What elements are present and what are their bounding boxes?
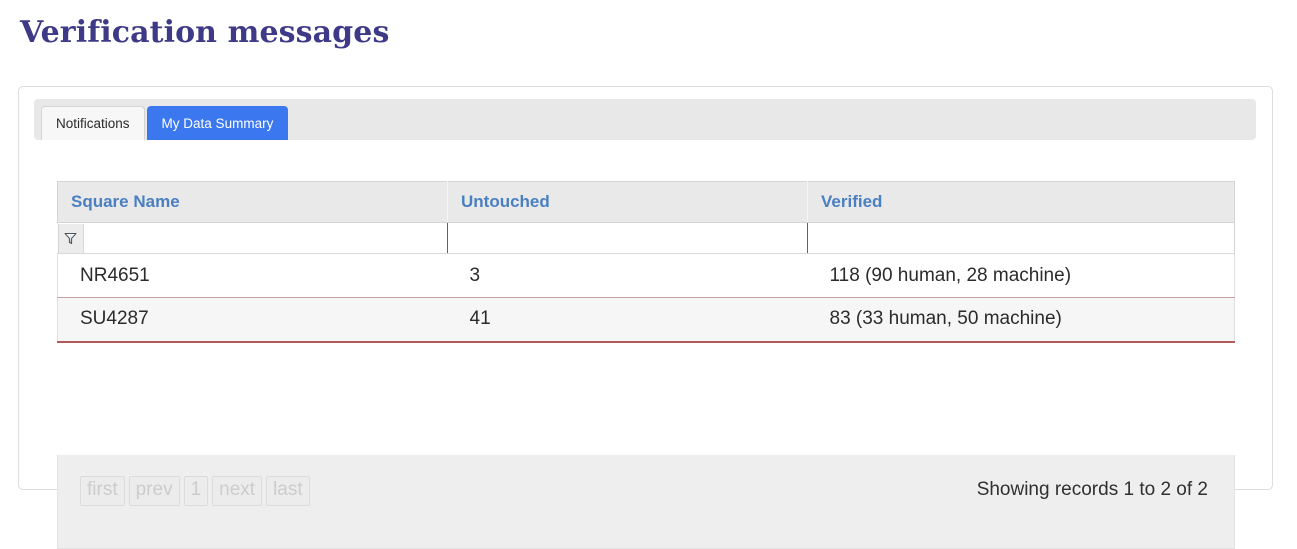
tab-notifications[interactable]: Notifications	[41, 106, 145, 140]
column-header-untouched[interactable]: Untouched	[447, 181, 808, 223]
pagination-first-button[interactable]: first	[80, 476, 125, 506]
table-row[interactable]: SU4287 41 83 (33 human, 50 machine)	[57, 297, 1235, 343]
tab-notifications-label: Notifications	[56, 116, 130, 131]
filter-cell-square-name	[57, 222, 448, 254]
cell-untouched: 3	[447, 253, 808, 298]
cell-square-name: SU4287	[57, 297, 448, 343]
column-header-verified[interactable]: Verified	[807, 181, 1235, 223]
column-header-square-name[interactable]: Square Name	[57, 181, 448, 223]
pagination-last-button[interactable]: last	[266, 476, 310, 506]
table-footer: first prev 1 next last Showing records 1…	[57, 455, 1235, 549]
funnel-icon[interactable]	[57, 223, 84, 253]
pagination-page-1-button[interactable]: 1	[183, 476, 209, 506]
records-status: Showing records 1 to 2 of 2	[976, 479, 1208, 500]
table-header: Square Name Untouched Verified	[57, 181, 1235, 254]
filter-input-verified[interactable]	[808, 223, 1234, 253]
pagination-controls: first prev 1 next last	[80, 476, 310, 506]
column-header-square-name-label: Square Name	[71, 192, 180, 211]
filter-input-square-name[interactable]	[83, 223, 447, 253]
table-filter-row	[57, 222, 1235, 254]
filter-cell-verified	[807, 222, 1235, 254]
pagination-next-button[interactable]: next	[212, 476, 263, 506]
table-body: NR4651 3 118 (90 human, 28 machine) SU42…	[57, 253, 1235, 343]
filter-input-untouched[interactable]	[448, 223, 807, 253]
tab-my-data-summary[interactable]: My Data Summary	[146, 106, 289, 140]
table-header-row: Square Name Untouched Verified	[57, 181, 1235, 223]
cell-untouched: 41	[447, 297, 808, 343]
pagination-prev-button[interactable]: prev	[128, 476, 180, 506]
page-title: Verification messages	[20, 15, 390, 50]
table-row[interactable]: NR4651 3 118 (90 human, 28 machine)	[57, 253, 1235, 298]
filter-cell-untouched	[447, 222, 808, 254]
cell-square-name: NR4651	[57, 253, 448, 298]
cell-verified: 83 (33 human, 50 machine)	[807, 297, 1235, 343]
tab-my-data-summary-label: My Data Summary	[161, 116, 274, 131]
summary-panel: Notifications My Data Summary Square Nam…	[18, 86, 1273, 549]
data-summary-table: Square Name Untouched Verified NR4651 3 …	[57, 181, 1235, 343]
tab-strip: Notifications My Data Summary	[34, 99, 1256, 140]
column-header-verified-label: Verified	[821, 192, 883, 211]
cell-verified: 118 (90 human, 28 machine)	[807, 253, 1235, 298]
column-header-untouched-label: Untouched	[461, 192, 550, 211]
